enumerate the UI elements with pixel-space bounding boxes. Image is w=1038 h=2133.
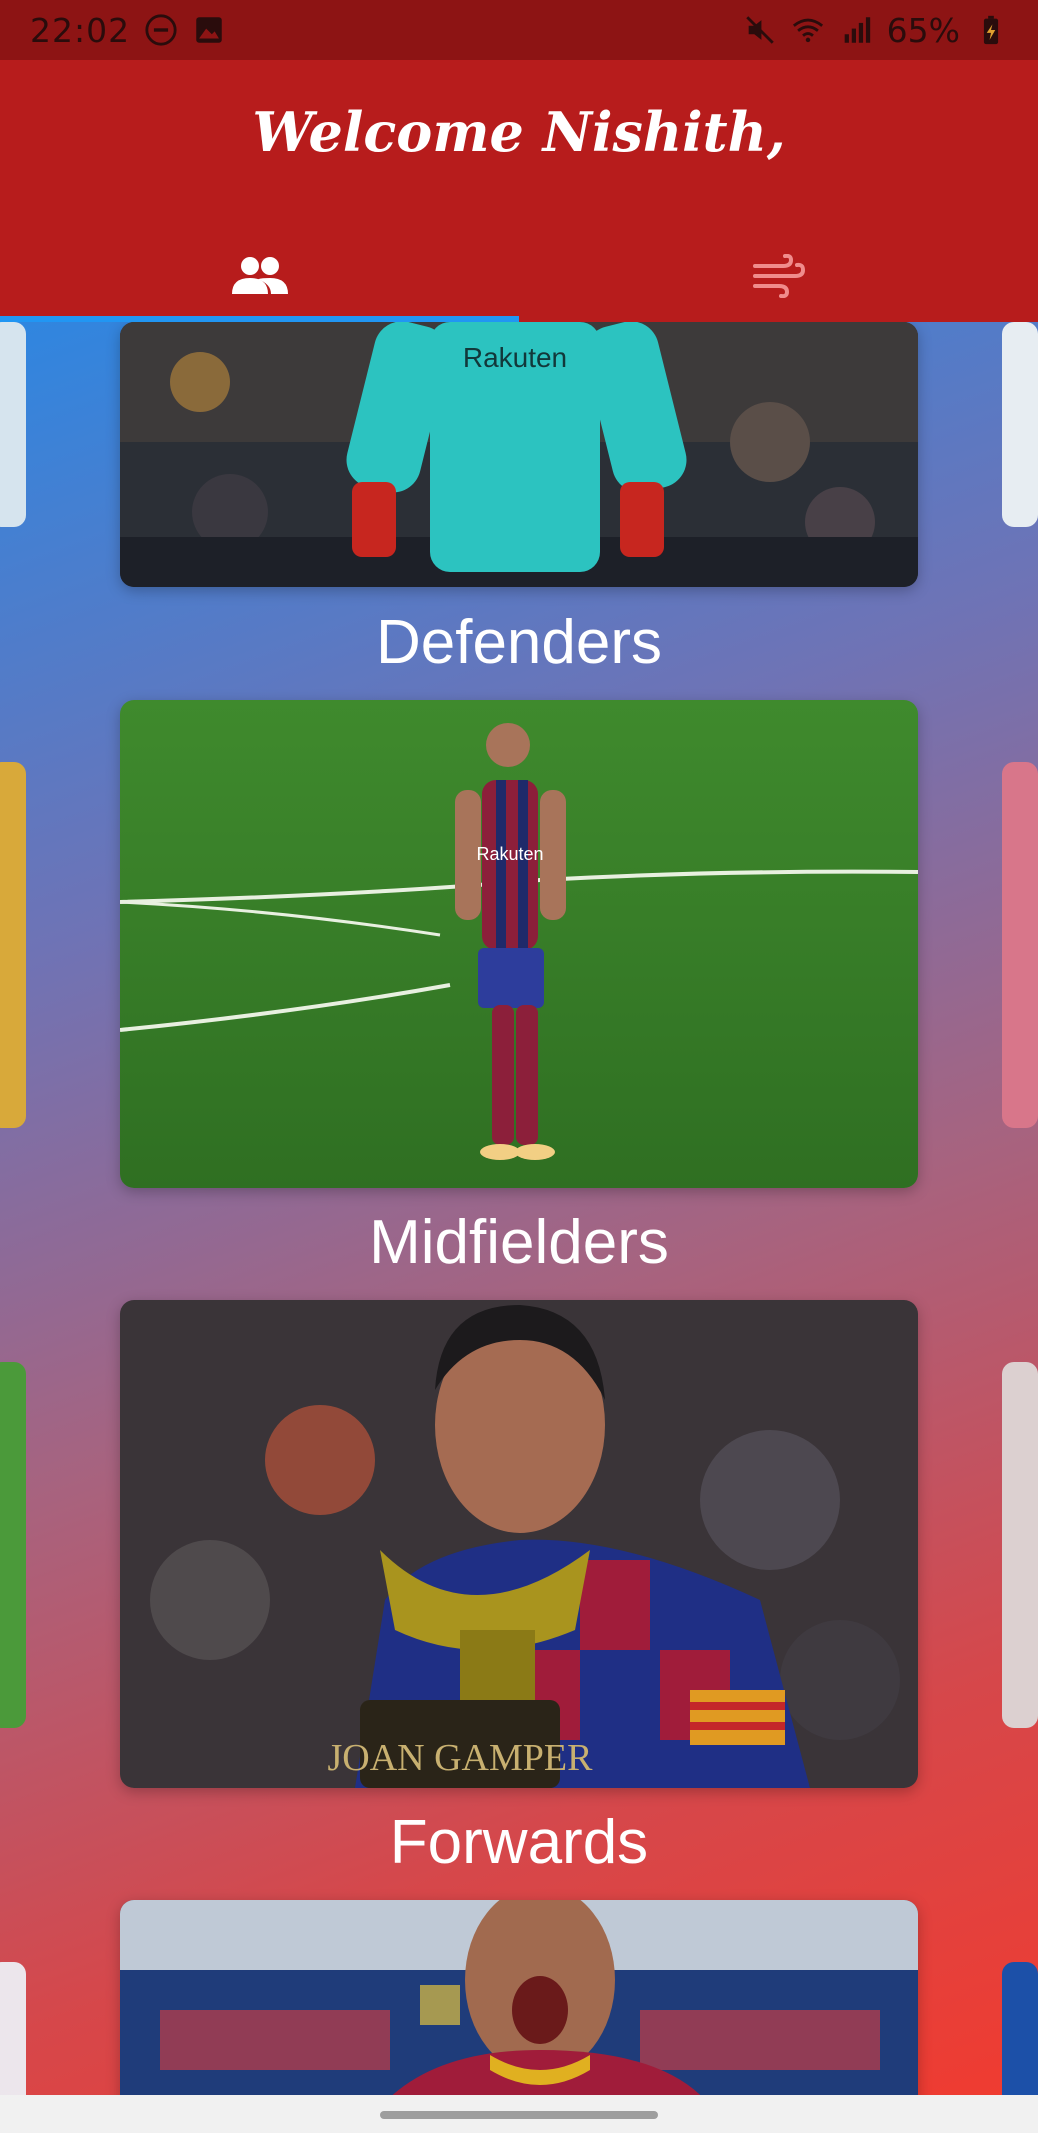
defenders-card[interactable]: Rakuten — [120, 700, 918, 1188]
people-icon — [231, 257, 288, 294]
svg-text:Rakuten: Rakuten — [476, 844, 543, 864]
tab-wind[interactable] — [519, 230, 1038, 322]
side-card-left-3[interactable] — [0, 1362, 26, 1728]
midfielders-photo: JOAN GAMPER — [120, 1300, 918, 1788]
side-card-left-4[interactable] — [0, 1962, 26, 2095]
positions-list[interactable]: Rakuten Defenders Rakuten Midfielders JO… — [0, 322, 1038, 2095]
side-card-right-3[interactable] — [1002, 1362, 1038, 1728]
side-card-left-2[interactable] — [0, 762, 26, 1128]
svg-text:Rakuten: Rakuten — [463, 342, 567, 373]
goalkeeper-card[interactable]: Rakuten — [120, 322, 918, 587]
side-card-right-4[interactable] — [1002, 1962, 1038, 2095]
home-gesture-handle[interactable] — [380, 2111, 658, 2119]
signal-icon — [844, 17, 870, 43]
section-title: Forwards — [389, 1808, 649, 1877]
tab-bar — [0, 230, 1038, 322]
side-card-right-1[interactable] — [1002, 322, 1038, 527]
battery-icon — [983, 15, 999, 45]
mute-icon — [745, 16, 774, 44]
status-bar: 22:02 65% — [0, 0, 1038, 60]
section-title: Midfielders — [369, 1208, 669, 1277]
midfielders-card[interactable]: JOAN GAMPER — [120, 1300, 918, 1788]
side-card-left-1[interactable] — [0, 322, 26, 527]
svg-text:JOAN GAMPER: JOAN GAMPER — [328, 1737, 594, 1779]
defenders-photo: Rakuten — [120, 700, 918, 1188]
section-title: Defenders — [375, 608, 663, 677]
tab-players[interactable] — [0, 230, 519, 322]
do-not-disturb-icon — [145, 14, 177, 46]
goalkeeper-photo: Rakuten — [120, 322, 918, 587]
battery-percent: 65% — [886, 10, 960, 50]
wind-icon — [752, 254, 805, 298]
forwards-card[interactable] — [120, 1900, 918, 2095]
status-time: 22:02 — [30, 10, 131, 50]
image-icon — [196, 17, 222, 43]
wifi-icon — [792, 18, 823, 43]
system-nav-bar — [0, 2095, 1038, 2133]
app-bar: Welcome Nishith, — [0, 60, 1038, 322]
forwards-photo — [120, 1900, 918, 2095]
welcome-title: Welcome Nishith, — [252, 100, 786, 164]
side-card-right-2[interactable] — [1002, 762, 1038, 1128]
